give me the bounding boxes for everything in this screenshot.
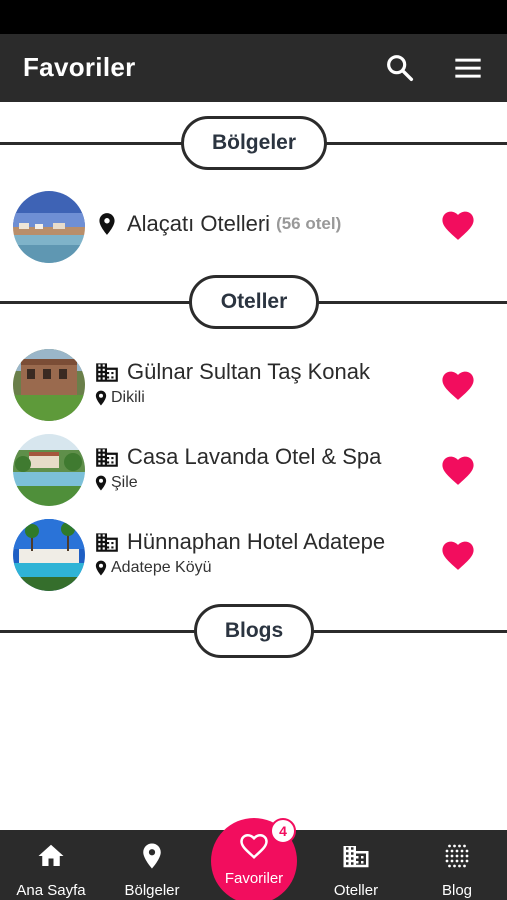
region-title: Alaçatı Otelleri (56 otel) <box>94 211 437 237</box>
favorite-toggle[interactable] <box>441 454 475 486</box>
home-icon <box>38 844 64 866</box>
map-pin-icon <box>95 560 107 576</box>
hotel-thumbnail <box>13 349 85 421</box>
nav-regions-label: Bölgeler <box>124 882 180 899</box>
search-icon <box>387 55 414 82</box>
map-pin-icon <box>99 213 115 235</box>
nav-home[interactable]: Ana Sayfa <box>8 830 94 900</box>
hotel-thumbnail <box>13 434 85 506</box>
favorite-toggle[interactable] <box>441 539 475 571</box>
section-title-regions: Bölgeler <box>181 116 327 170</box>
favorite-toggle[interactable] <box>441 209 475 241</box>
heart-outline-icon <box>240 833 268 859</box>
section-divider-blogs: Blogs <box>0 604 507 660</box>
hotel-thumbnail <box>13 519 85 591</box>
nav-regions[interactable]: Bölgeler <box>110 830 194 900</box>
favorite-toggle[interactable] <box>441 369 475 401</box>
building-icon <box>343 846 369 868</box>
heart-icon <box>442 371 474 400</box>
nav-hotels[interactable]: Oteller <box>316 830 396 900</box>
region-row[interactable]: Alaçatı Otelleri (56 otel) <box>0 187 507 267</box>
map-pin-icon <box>95 390 107 406</box>
region-name: Alaçatı Otelleri <box>127 211 271 236</box>
hotel-row[interactable]: Casa Lavanda Otel & Spa Şile <box>0 430 507 510</box>
search-button[interactable] <box>384 52 416 84</box>
app-header: Favoriler <box>0 34 507 102</box>
status-bar <box>0 0 507 34</box>
hotel-title: Gülnar Sultan Taş Konak <box>94 359 437 385</box>
page-title: Favoriler <box>23 52 136 82</box>
building-icon <box>96 533 118 552</box>
nav-blog-label: Blog <box>441 882 473 899</box>
heart-icon <box>442 541 474 570</box>
hotel-row[interactable]: Hünnaphan Hotel Adatepe Adatepe Köyü <box>0 515 507 595</box>
region-info: Alaçatı Otelleri (56 otel) <box>94 211 437 237</box>
blog-dots-icon <box>445 844 469 868</box>
region-thumbnail <box>13 191 85 263</box>
hotel-info: Casa Lavanda Otel & Spa Şile <box>94 444 437 492</box>
hotel-title: Hünnaphan Hotel Adatepe <box>94 529 437 555</box>
map-pin-icon <box>95 475 107 491</box>
heart-icon <box>442 456 474 485</box>
hotel-location: Adatepe Köyü <box>94 559 437 577</box>
hotel-info: Gülnar Sultan Taş Konak Dikili <box>94 359 437 407</box>
nav-favorites-label: Favoriler <box>224 870 284 887</box>
hotel-location-label: Adatepe Köyü <box>111 559 212 576</box>
nav-hotels-label: Oteller <box>333 882 379 899</box>
hotel-location: Dikili <box>94 389 437 407</box>
nav-blog[interactable]: Blog <box>422 830 492 900</box>
hotel-title: Casa Lavanda Otel & Spa <box>94 444 437 470</box>
section-title-blogs: Blogs <box>194 604 314 658</box>
menu-button[interactable] <box>452 52 484 84</box>
region-hotel-count: (56 otel) <box>276 214 342 233</box>
hamburger-menu-icon <box>455 58 481 78</box>
map-pin-icon <box>143 843 161 869</box>
hotel-location: Şile <box>94 474 437 492</box>
building-icon <box>96 363 118 382</box>
hotel-info: Hünnaphan Hotel Adatepe Adatepe Köyü <box>94 529 437 577</box>
favorites-count-badge: 4 <box>270 818 296 844</box>
hotel-name: Casa Lavanda Otel & Spa <box>127 444 382 469</box>
nav-home-label: Ana Sayfa <box>16 882 86 899</box>
section-title-hotels: Oteller <box>189 275 319 329</box>
section-divider-hotels: Oteller <box>0 275 507 331</box>
hotel-name: Hünnaphan Hotel Adatepe <box>127 529 386 554</box>
hotel-location-label: Şile <box>111 474 138 491</box>
hotel-name: Gülnar Sultan Taş Konak <box>127 359 370 384</box>
hotel-location-label: Dikili <box>111 389 145 406</box>
section-divider-regions: Bölgeler <box>0 116 507 172</box>
hotel-row[interactable]: Gülnar Sultan Taş Konak Dikili <box>0 345 507 425</box>
heart-icon <box>442 211 474 240</box>
building-icon <box>96 448 118 467</box>
